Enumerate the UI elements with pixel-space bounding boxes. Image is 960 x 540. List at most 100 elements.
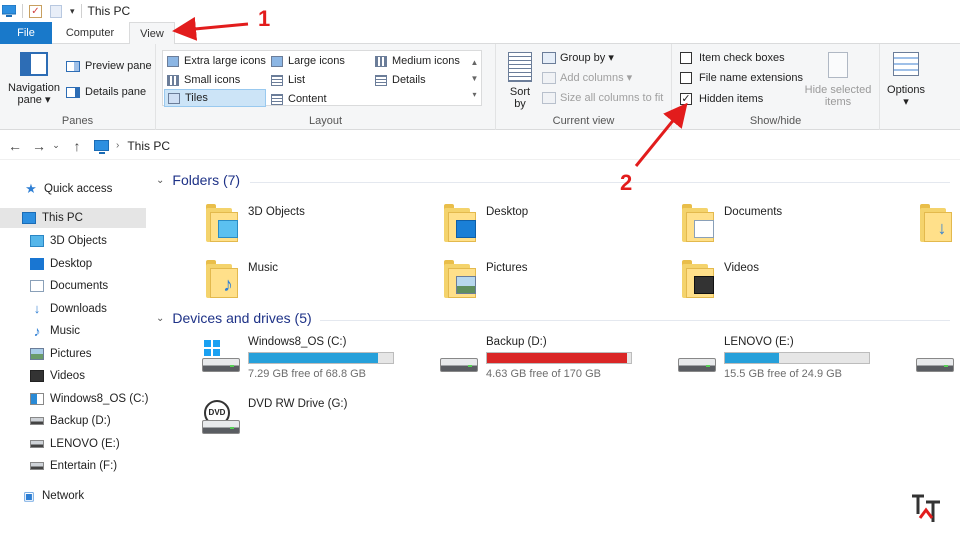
videos-icon: [30, 370, 44, 382]
hide-selected-items-button[interactable]: Hide selected items: [800, 52, 876, 108]
new-folder-icon[interactable]: [50, 4, 62, 18]
drive-f-partial[interactable]: [914, 334, 960, 384]
layout-label: Content: [288, 93, 327, 105]
layout-details[interactable]: Details: [375, 71, 426, 89]
layout-content[interactable]: Content: [271, 90, 327, 108]
tab-computer[interactable]: Computer: [56, 22, 124, 44]
folders-section-header[interactable]: ⌄ Folders (7): [156, 172, 240, 188]
pictures-folder-icon: [442, 258, 476, 300]
drive-d[interactable]: Backup (D:) 4.63 GB free of 170 GB: [438, 334, 658, 384]
file-name-extensions-label: File name extensions: [699, 72, 803, 84]
drive-g[interactable]: DVD DVD RW Drive (G:): [200, 396, 420, 446]
layout-scroll[interactable]: ▲ ▼ ▾: [470, 55, 479, 103]
sidebar-item-3d-objects[interactable]: 3D Objects: [30, 231, 107, 251]
sidebar-item-label: Pictures: [50, 348, 92, 360]
3d-objects-icon: [30, 235, 44, 247]
add-columns-button[interactable]: Add columns ▾: [542, 71, 632, 84]
sidebar-item-quick-access[interactable]: ★ Quick access: [24, 179, 112, 199]
hidden-items-checkbox[interactable]: ✓: [680, 93, 692, 105]
size-all-columns-button[interactable]: Size all columns to fit: [542, 92, 663, 104]
sidebar-item-desktop[interactable]: Desktop: [30, 254, 92, 274]
address-bar: ← → ⌄ ↑ › This PC: [0, 132, 960, 160]
downloads-folder-icon: ↓: [918, 202, 952, 244]
devices-section-header[interactable]: ⌄ Devices and drives (5): [156, 310, 312, 326]
sidebar-item-network[interactable]: ▣ Network: [22, 486, 84, 506]
scroll-down-icon[interactable]: ▼: [470, 71, 479, 87]
breadcrumb-chevron-icon[interactable]: ›: [116, 140, 119, 151]
details-pane-button[interactable]: Details pane: [66, 86, 146, 98]
layout-medium-icons[interactable]: Medium icons: [375, 52, 460, 70]
sidebar-item-music[interactable]: ♪ Music: [30, 321, 81, 341]
options-button[interactable]: Options ▾: [884, 52, 928, 108]
address-field[interactable]: › This PC: [90, 135, 170, 157]
layout-list[interactable]: List: [271, 71, 305, 89]
forward-arrow-icon[interactable]: →: [30, 138, 48, 154]
sidebar-item-documents[interactable]: Documents: [30, 276, 108, 296]
sidebar-item-this-pc[interactable]: This PC: [0, 208, 146, 228]
section-divider: [250, 182, 950, 183]
back-arrow-icon[interactable]: ←: [6, 138, 24, 154]
preview-pane-icon: [66, 60, 80, 72]
documents-icon: [30, 280, 44, 292]
scroll-up-icon[interactable]: ▲: [470, 55, 479, 71]
sidebar-item-windows8-os[interactable]: Windows8_OS (C:): [30, 389, 148, 409]
preview-pane-button[interactable]: Preview pane: [66, 60, 152, 72]
file-name-extensions-checkbox[interactable]: [680, 72, 692, 84]
customize-qa-dropdown-icon[interactable]: ▾: [70, 6, 75, 17]
tab-view[interactable]: View: [129, 22, 175, 45]
drive-usage-bar: [248, 352, 394, 364]
dropdown-arrow-icon: ▾: [608, 52, 614, 64]
folder-desktop[interactable]: Desktop: [442, 202, 662, 246]
recent-locations-icon[interactable]: ⌄: [50, 140, 62, 151]
content-icon: [271, 93, 283, 105]
layout-label: Tiles: [185, 92, 208, 104]
drive-e[interactable]: LENOVO (E:) 15.5 GB free of 24.9 GB: [676, 334, 896, 384]
group-panes: Navigation pane ▾ Preview pane Details p…: [0, 44, 156, 130]
folder-videos[interactable]: Videos: [680, 258, 900, 302]
file-name-extensions-toggle[interactable]: File name extensions: [680, 72, 803, 84]
item-check-boxes-checkbox[interactable]: [680, 52, 692, 64]
folder-music[interactable]: ♪ Music: [204, 258, 424, 302]
details-pane-icon: [66, 86, 80, 98]
item-check-boxes-toggle[interactable]: Item check boxes: [680, 52, 785, 64]
folder-downloads-partial[interactable]: ↓: [918, 202, 960, 246]
layout-small-icons[interactable]: Small icons: [167, 71, 240, 89]
sort-by-button[interactable]: Sort by: [504, 52, 536, 110]
sidebar-item-entertain[interactable]: Entertain (F:): [30, 456, 117, 476]
watermark-logo: [912, 494, 940, 522]
folders-header-label: Folders (7): [172, 172, 241, 188]
group-show-hide: Item check boxes File name extensions ✓ H…: [672, 44, 880, 130]
add-columns-label: Add columns: [560, 71, 624, 84]
layout-large-icons[interactable]: Large icons: [271, 52, 345, 70]
more-icon[interactable]: ▾: [470, 87, 479, 103]
layout-label: Small icons: [184, 74, 241, 86]
up-arrow-icon[interactable]: ↑: [68, 138, 86, 154]
sidebar-item-label: LENOVO (E:): [50, 438, 120, 450]
group-by-icon: [542, 51, 556, 64]
tab-file[interactable]: File: [0, 22, 52, 44]
sidebar-item-pictures[interactable]: Pictures: [30, 344, 92, 364]
layout-tiles[interactable]: Tiles: [164, 89, 266, 107]
folder-pictures[interactable]: Pictures: [442, 258, 662, 302]
sidebar-item-backup[interactable]: Backup (D:): [30, 411, 111, 431]
layout-label: Details: [392, 74, 426, 86]
sidebar-item-lenovo[interactable]: LENOVO (E:): [30, 434, 120, 454]
drive-c[interactable]: Windows8_OS (C:) 7.29 GB free of 68.8 GB: [200, 334, 420, 384]
folder-documents[interactable]: Documents: [680, 202, 900, 246]
folder-3d-objects[interactable]: 3D Objects: [204, 202, 424, 246]
layout-extra-large-icons[interactable]: Extra large icons: [167, 52, 266, 70]
collapse-chevron-icon[interactable]: ⌄: [156, 175, 164, 186]
breadcrumb-this-pc[interactable]: This PC: [127, 139, 170, 153]
group-by-button[interactable]: Group by ▾: [542, 51, 614, 64]
collapse-chevron-icon[interactable]: ⌄: [156, 313, 164, 324]
devices-header-label: Devices and drives (5): [172, 310, 312, 326]
drive-icon: [30, 440, 44, 448]
drive-name: LENOVO (E:): [724, 336, 794, 348]
sidebar-item-label: Windows8_OS (C:): [50, 393, 149, 405]
sidebar-item-downloads[interactable]: ↓ Downloads: [30, 299, 107, 319]
properties-icon[interactable]: ✓: [29, 4, 42, 18]
layout-label: Large icons: [288, 55, 345, 67]
navigation-pane-button[interactable]: Navigation pane ▾: [6, 52, 62, 106]
hidden-items-toggle[interactable]: ✓ Hidden items: [680, 93, 763, 105]
sidebar-item-videos[interactable]: Videos: [30, 366, 85, 386]
